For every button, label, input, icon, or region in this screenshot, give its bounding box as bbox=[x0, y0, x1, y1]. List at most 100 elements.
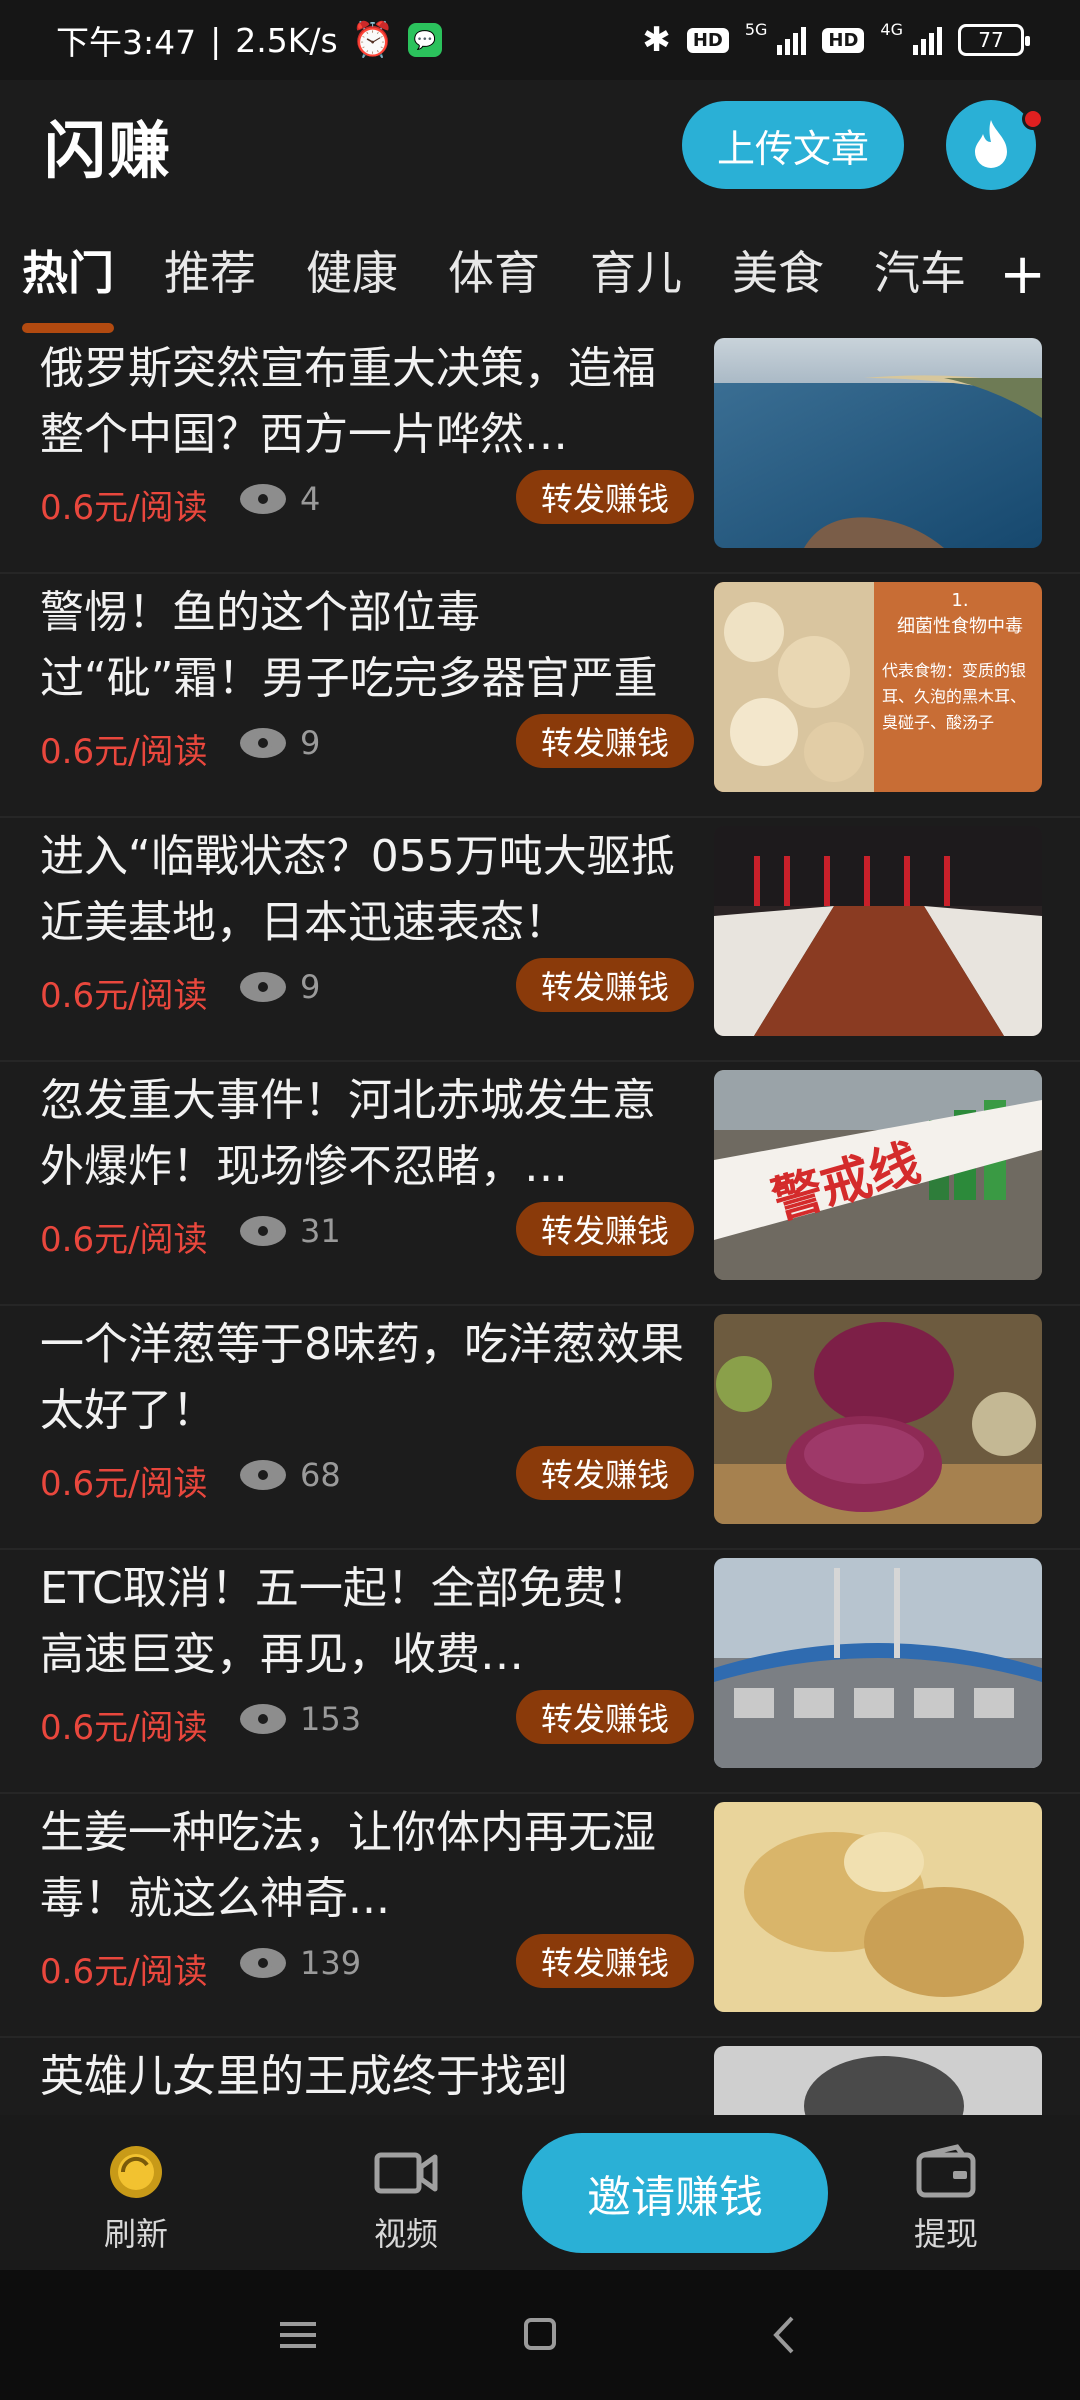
signal-icon-1 bbox=[777, 25, 807, 55]
category-tabs: 热门 推荐 健康 体育 育儿 美食 汽车 + bbox=[0, 220, 1080, 333]
article-thumbnail[interactable] bbox=[714, 338, 1042, 548]
list-item[interactable]: 忽发重大事件！河北赤城发生意外爆炸！现场惨不忍睹，… 0.6元/阅读 31 转发… bbox=[0, 1062, 1080, 1306]
hd-badge-1: HD bbox=[686, 27, 729, 53]
view-count: 9 bbox=[300, 724, 321, 762]
app-title: 闪赚 bbox=[44, 114, 173, 187]
network-4g: 4G bbox=[880, 20, 903, 39]
view-count: 153 bbox=[300, 1700, 362, 1738]
price-per-read: 0.6元/阅读 bbox=[40, 976, 208, 1016]
thumb-heading: 细菌性食物中毒 bbox=[897, 616, 1023, 637]
share-earn-button[interactable]: 转发赚钱 bbox=[516, 1446, 694, 1500]
article-title[interactable]: 进入“临戰状态？055万吨大驱抵近美基地，日本迅速表态！ bbox=[40, 824, 690, 956]
share-earn-button[interactable]: 转发赚钱 bbox=[516, 958, 694, 1012]
share-earn-button[interactable]: 转发赚钱 bbox=[516, 1690, 694, 1744]
eye-icon bbox=[240, 1460, 286, 1490]
price-per-read: 0.6元/阅读 bbox=[40, 1708, 208, 1748]
list-item[interactable]: 一个洋葱等于8味药，吃洋葱效果太好了！ 0.6元/阅读 68 转发赚钱 bbox=[0, 1306, 1080, 1550]
menu-icon[interactable] bbox=[268, 2310, 328, 2360]
list-item[interactable]: 进入“临戰状态？055万吨大驱抵近美基地，日本迅速表态！ 0.6元/阅读 9 转… bbox=[0, 818, 1080, 1062]
status-bar: 下午3:47 | 2.5K/s ⏰ 💬 ✱ HD 5G HD 4G 77 bbox=[0, 0, 1080, 80]
fire-button[interactable] bbox=[946, 100, 1044, 190]
eye-icon bbox=[240, 1216, 286, 1246]
view-count: 4 bbox=[300, 480, 321, 518]
battery-level: 77 bbox=[978, 28, 1004, 52]
article-title[interactable]: 生姜一种吃法，让你体内再无湿毒！就这么神奇... bbox=[40, 1800, 690, 1932]
network-5g: 5G bbox=[744, 20, 768, 39]
article-thumbnail[interactable] bbox=[714, 2046, 1042, 2115]
article-title[interactable]: ETC取消！五一起！全部免费！高速巨变，再见，收费… bbox=[40, 1556, 690, 1688]
nav-refresh[interactable]: 刷新 bbox=[66, 2143, 206, 2255]
price-per-read: 0.6元/阅读 bbox=[40, 1952, 208, 1992]
bottom-nav: 刷新 视频 邀请赚钱 提现 bbox=[0, 2115, 1080, 2270]
fire-icon bbox=[975, 120, 1007, 168]
refresh-label: 刷新 bbox=[103, 2215, 168, 2253]
article-thumbnail[interactable] bbox=[714, 1558, 1042, 1768]
article-thumbnail[interactable]: 1. 细菌性食物中毒 代表食物：变质的银耳、久泡的黑木耳、臭碰子、酸汤子 bbox=[714, 582, 1042, 792]
article-title[interactable]: 忽发重大事件！河北赤城发生意外爆炸！现场惨不忍睹，… bbox=[40, 1068, 690, 1200]
signal-icon-2 bbox=[913, 25, 942, 55]
thumb-number: 1. bbox=[951, 590, 969, 611]
article-title[interactable]: 警惕！鱼的这个部位毒过“砒”霜！男子吃完多器官严重受损 bbox=[40, 580, 690, 712]
view-count: 9 bbox=[300, 968, 321, 1006]
article-thumbnail[interactable] bbox=[714, 826, 1042, 1036]
hd-badge-2: HD bbox=[822, 27, 865, 53]
wechat-icon: 💬 bbox=[408, 23, 443, 57]
view-count: 139 bbox=[300, 1944, 362, 1982]
system-nav-bar bbox=[0, 2270, 1080, 2400]
tab-parenting[interactable]: 育儿 bbox=[590, 237, 682, 303]
add-tab-button[interactable]: + bbox=[999, 242, 1046, 307]
nav-withdraw[interactable]: 提现 bbox=[876, 2143, 1016, 2255]
price-per-read: 0.6元/阅读 bbox=[40, 488, 208, 528]
tab-auto[interactable]: 汽车 bbox=[874, 237, 966, 303]
eye-icon bbox=[240, 972, 286, 1002]
video-label: 视频 bbox=[373, 2215, 438, 2253]
thumb-body: 代表食物：变质的银耳、久泡的黑木耳、臭碰子、酸汤子 bbox=[882, 661, 1027, 732]
list-item[interactable]: ETC取消！五一起！全部免费！高速巨变，再见，收费… 0.6元/阅读 153 转… bbox=[0, 1550, 1080, 1794]
list-item[interactable]: 俄罗斯突然宣布重大决策，造福整个中国？西方一片哗然… 0.6元/阅读 4 转发赚… bbox=[0, 330, 1080, 574]
article-title[interactable]: 一个洋葱等于8味药，吃洋葱效果太好了！ bbox=[40, 1312, 690, 1444]
wallet-icon bbox=[916, 2144, 976, 2198]
article-thumbnail[interactable] bbox=[714, 1314, 1042, 1524]
list-item[interactable]: 生姜一种吃法，让你体内再无湿毒！就这么神奇... 0.6元/阅读 139 转发赚… bbox=[0, 1794, 1080, 2038]
upload-article-button[interactable]: 上传文章 bbox=[682, 101, 904, 189]
list-item[interactable]: 英雄儿女里的王成终于找到 bbox=[0, 2038, 1080, 2115]
tab-recommend[interactable]: 推荐 bbox=[164, 237, 256, 303]
eye-icon bbox=[240, 1948, 286, 1978]
eye-icon bbox=[240, 728, 286, 758]
article-title[interactable]: 英雄儿女里的王成终于找到 bbox=[40, 2044, 690, 2115]
article-title[interactable]: 俄罗斯突然宣布重大决策，造福整个中国？西方一片哗然… bbox=[40, 336, 690, 468]
list-item[interactable]: 警惕！鱼的这个部位毒过“砒”霜！男子吃完多器官严重受损 0.6元/阅读 9 转发… bbox=[0, 574, 1080, 818]
status-speed: 2.5K/s bbox=[235, 20, 338, 60]
withdraw-label: 提现 bbox=[913, 2215, 978, 2253]
status-time: 下午3:47 bbox=[56, 23, 197, 62]
share-earn-button[interactable]: 转发赚钱 bbox=[516, 1934, 694, 1988]
invite-earn-button[interactable]: 邀请赚钱 bbox=[522, 2133, 828, 2253]
nav-video[interactable]: 视频 bbox=[336, 2143, 476, 2255]
notification-dot bbox=[1022, 108, 1044, 130]
video-camera-icon bbox=[374, 2152, 438, 2194]
share-earn-button[interactable]: 转发赚钱 bbox=[516, 714, 694, 768]
article-thumbnail[interactable] bbox=[714, 1802, 1042, 2012]
eye-icon bbox=[240, 484, 286, 514]
tab-health[interactable]: 健康 bbox=[306, 237, 398, 303]
price-per-read: 0.6元/阅读 bbox=[40, 1464, 208, 1504]
article-thumbnail[interactable]: 警戒线 bbox=[714, 1070, 1042, 1280]
view-count: 31 bbox=[300, 1212, 341, 1250]
tab-food[interactable]: 美食 bbox=[732, 237, 824, 303]
price-per-read: 0.6元/阅读 bbox=[40, 1220, 208, 1260]
home-icon[interactable] bbox=[510, 2310, 570, 2360]
price-per-read: 0.6元/阅读 bbox=[40, 732, 208, 772]
back-icon[interactable] bbox=[756, 2310, 816, 2360]
refresh-icon bbox=[110, 2146, 162, 2198]
share-earn-button[interactable]: 转发赚钱 bbox=[516, 470, 694, 524]
view-count: 68 bbox=[300, 1456, 341, 1494]
app-header: 闪赚 上传文章 bbox=[0, 80, 1080, 210]
article-feed[interactable]: 俄罗斯突然宣布重大决策，造福整个中国？西方一片哗然… 0.6元/阅读 4 转发赚… bbox=[0, 330, 1080, 2115]
eye-icon bbox=[240, 1704, 286, 1734]
battery-icon: 77 bbox=[958, 24, 1030, 56]
bluetooth-icon: ✱ bbox=[642, 20, 671, 60]
tab-sports[interactable]: 体育 bbox=[448, 237, 540, 303]
alarm-icon: ⏰ bbox=[351, 20, 395, 60]
share-earn-button[interactable]: 转发赚钱 bbox=[516, 1202, 694, 1256]
tab-hot[interactable]: 热门 bbox=[22, 237, 114, 333]
